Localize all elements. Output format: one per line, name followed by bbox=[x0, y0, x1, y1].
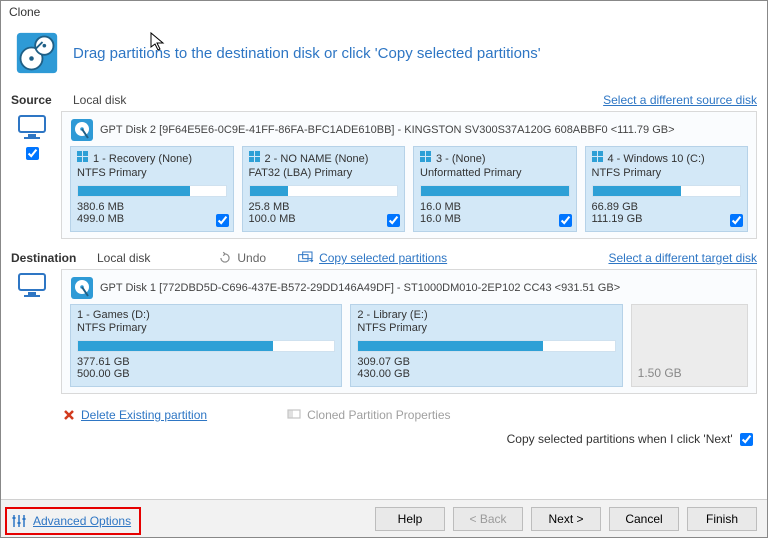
usage-bar bbox=[357, 340, 615, 352]
dest-header: Destination Local disk Undo Copy selecte… bbox=[1, 249, 767, 269]
source-disk-checkbox[interactable] bbox=[26, 147, 39, 160]
finish-button[interactable]: Finish bbox=[687, 507, 757, 531]
partition-fs: Unformatted Primary bbox=[420, 167, 570, 179]
source-partition[interactable]: 1 - Recovery (None) NTFS Primary 380.6 M… bbox=[70, 146, 234, 232]
unallocated-size: 1.50 GB bbox=[638, 366, 682, 380]
advanced-options-button[interactable]: Advanced Options bbox=[5, 507, 141, 535]
source-label: Source bbox=[11, 93, 65, 107]
select-source-link[interactable]: Select a different source disk bbox=[603, 93, 757, 107]
unallocated-space[interactable]: 1.50 GB bbox=[631, 304, 748, 387]
partition-checkbox[interactable] bbox=[559, 214, 572, 227]
partition-fs: FAT32 (LBA) Primary bbox=[249, 167, 399, 179]
usage-bar bbox=[77, 340, 335, 352]
select-target-link[interactable]: Select a different target disk bbox=[608, 251, 757, 265]
undo-icon bbox=[218, 251, 232, 265]
source-local: Local disk bbox=[73, 93, 126, 107]
partition-sizes: 377.61 GB500.00 GB bbox=[77, 356, 335, 380]
monitor-icon bbox=[18, 115, 46, 139]
undo-button[interactable]: Undo bbox=[218, 251, 266, 265]
window-title: Clone bbox=[1, 1, 767, 23]
partition-name: 2 - NO NAME (None) bbox=[265, 153, 369, 165]
source-partition[interactable]: 2 - NO NAME (None) FAT32 (LBA) Primary 2… bbox=[242, 146, 406, 232]
dest-local: Local disk bbox=[97, 251, 150, 265]
copy-note-label: Copy selected partitions when I click 'N… bbox=[507, 432, 733, 446]
footer-bar: Advanced Options Help < Back Next > Canc… bbox=[1, 499, 767, 537]
delete-partition-button[interactable]: Delete Existing partition bbox=[63, 408, 207, 422]
usage-bar bbox=[592, 185, 742, 197]
windows-logo-icon bbox=[77, 151, 89, 166]
partition-fs: NTFS Primary bbox=[77, 322, 335, 334]
hero-text: Drag partitions to the destination disk … bbox=[73, 45, 541, 62]
source-partition[interactable]: 3 - (None) Unformatted Primary 16.0 MB16… bbox=[413, 146, 577, 232]
dest-partition[interactable]: 1 - Games (D:) NTFS Primary 377.61 GB500… bbox=[70, 304, 342, 387]
partition-name: 4 - Windows 10 (C:) bbox=[608, 153, 705, 165]
partition-name: 1 - Games (D:) bbox=[77, 309, 150, 321]
windows-logo-icon bbox=[420, 151, 432, 166]
partition-sizes: 309.07 GB430.00 GB bbox=[357, 356, 615, 380]
partition-sizes: 380.6 MB499.0 MB bbox=[77, 201, 227, 225]
source-header: Source Local disk Select a different sou… bbox=[1, 91, 767, 111]
dest-label: Destination bbox=[11, 251, 89, 265]
partition-fs: NTFS Primary bbox=[592, 167, 742, 179]
copy-on-next-checkbox[interactable] bbox=[740, 433, 753, 446]
source-partition[interactable]: 4 - Windows 10 (C:) NTFS Primary 66.89 G… bbox=[585, 146, 749, 232]
cancel-button[interactable]: Cancel bbox=[609, 507, 679, 531]
partition-checkbox[interactable] bbox=[216, 214, 229, 227]
partition-sizes: 66.89 GB111.19 GB bbox=[592, 201, 742, 225]
source-disk-line: GPT Disk 2 [9F64E5E6-0C9E-41FF-86FA-BFC1… bbox=[100, 124, 675, 136]
partition-fs: NTFS Primary bbox=[357, 322, 615, 334]
properties-icon bbox=[287, 409, 301, 421]
partition-checkbox[interactable] bbox=[730, 214, 743, 227]
windows-logo-icon bbox=[249, 151, 261, 166]
partition-sizes: 25.8 MB100.0 MB bbox=[249, 201, 399, 225]
partition-name: 3 - (None) bbox=[436, 153, 486, 165]
copy-partitions-icon bbox=[298, 251, 314, 265]
usage-bar bbox=[249, 185, 399, 197]
windows-logo-icon bbox=[592, 151, 604, 166]
sliders-icon bbox=[11, 513, 27, 529]
partition-fs: NTFS Primary bbox=[77, 167, 227, 179]
partition-sizes: 16.0 MB16.0 MB bbox=[420, 201, 570, 225]
next-button[interactable]: Next > bbox=[531, 507, 601, 531]
usage-bar bbox=[420, 185, 570, 197]
partition-checkbox[interactable] bbox=[387, 214, 400, 227]
partition-name: 2 - Library (E:) bbox=[357, 309, 427, 321]
help-button[interactable]: Help bbox=[375, 507, 445, 531]
cloned-props-button: Cloned Partition Properties bbox=[287, 408, 450, 422]
source-disk-panel: GPT Disk 2 [9F64E5E6-0C9E-41FF-86FA-BFC1… bbox=[61, 111, 757, 239]
dest-partition[interactable]: 2 - Library (E:) NTFS Primary 309.07 GB4… bbox=[350, 304, 622, 387]
hdd-icon bbox=[70, 276, 94, 300]
back-button[interactable]: < Back bbox=[453, 507, 523, 531]
hdd-icon bbox=[70, 118, 94, 142]
monitor-icon bbox=[18, 273, 46, 297]
dest-disk-panel: GPT Disk 1 [772DBD5D-C696-437E-B572-29DD… bbox=[61, 269, 757, 394]
dest-disk-line: GPT Disk 1 [772DBD5D-C696-437E-B572-29DD… bbox=[100, 282, 620, 294]
usage-bar bbox=[77, 185, 227, 197]
clone-disk-icon bbox=[15, 31, 59, 75]
partition-name: 1 - Recovery (None) bbox=[93, 153, 192, 165]
delete-icon bbox=[63, 409, 75, 421]
copy-selected-link[interactable]: Copy selected partitions bbox=[298, 251, 447, 265]
